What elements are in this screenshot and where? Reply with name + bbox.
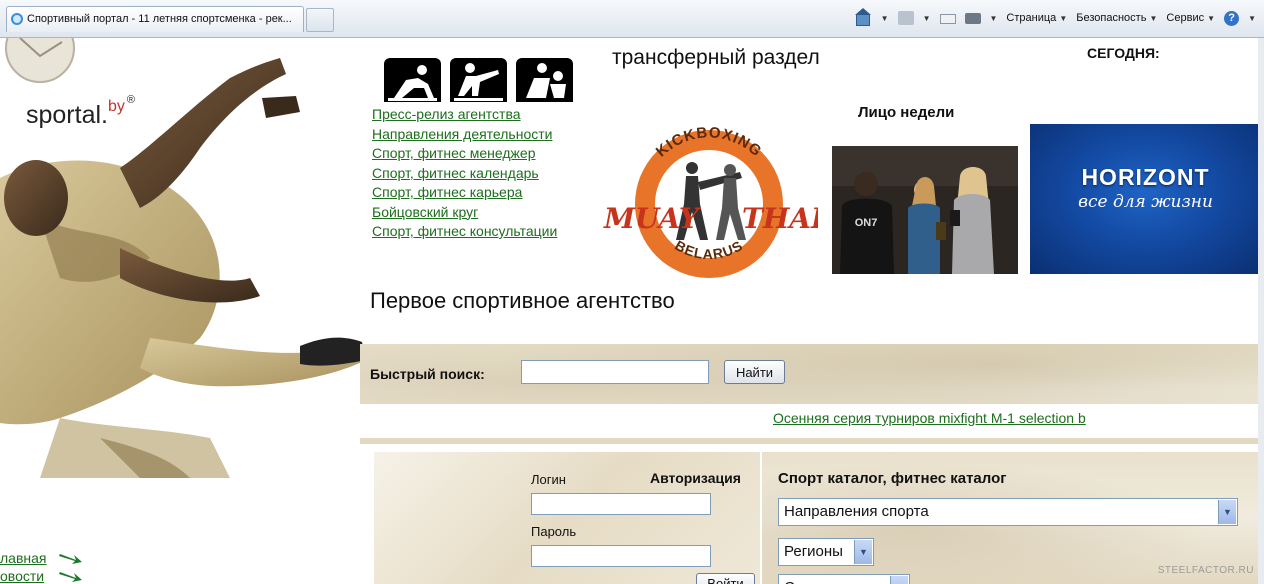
- menu-item: Спорт, фитнес менеджер: [372, 145, 557, 165]
- regions-select[interactable]: Регионы ▼: [778, 538, 874, 566]
- menu-item: Пресс-релиз агентства: [372, 106, 557, 126]
- login-label: Логин: [531, 472, 566, 487]
- chevron-down-icon: ▼: [1218, 500, 1236, 524]
- search-form: Быстрый поиск: Найти: [360, 344, 1264, 400]
- ie-page-icon: [11, 13, 23, 25]
- menu-link-consultations[interactable]: Спорт, фитнес консультации: [372, 223, 557, 239]
- password-input[interactable]: [531, 545, 711, 567]
- help-icon[interactable]: ?: [1224, 10, 1240, 26]
- logo-right-text: THAI: [742, 202, 818, 235]
- logo-suffix: by: [107, 98, 125, 115]
- print-dropdown-icon[interactable]: ▼: [990, 14, 998, 23]
- logo-left-text: MUAY: [603, 202, 702, 235]
- horizont-ad-banner[interactable]: HORIZONT все для жизни: [1030, 124, 1261, 274]
- today-label: СЕГОДНЯ:: [1087, 45, 1160, 61]
- menu-link-press-release[interactable]: Пресс-релиз агентства: [372, 106, 521, 122]
- menu-link-fight-circle[interactable]: Бойцовский круг: [372, 204, 478, 220]
- help-dropdown-icon[interactable]: ▼: [1248, 14, 1256, 23]
- home-icon[interactable]: [854, 8, 872, 26]
- menu-link-directions[interactable]: Направления деятельности: [372, 126, 552, 142]
- security-menu[interactable]: Безопасность ▼: [1076, 12, 1157, 24]
- search-button[interactable]: Найти: [724, 360, 785, 384]
- mail-icon[interactable]: [939, 14, 956, 24]
- third-select[interactable]: С ▼: [778, 574, 910, 584]
- menu-item: Бойцовский круг: [372, 204, 557, 224]
- ticker-link[interactable]: Осенняя серия турниров mixfight M-1 sele…: [773, 410, 1095, 426]
- left-nav-row: овости: [0, 568, 82, 584]
- page-menu[interactable]: Страница ▼: [1006, 12, 1067, 24]
- bottom-section: лавная овости Авторизация Логин Пароль В…: [0, 452, 1264, 584]
- wrestling-icon[interactable]: [384, 58, 441, 102]
- rss-dropdown-icon[interactable]: ▼: [923, 14, 931, 23]
- banner-tagline: все для жизни: [1078, 192, 1213, 212]
- transfer-section-title: трансферный раздел: [612, 46, 820, 69]
- quick-search-section: Быстрый поиск: Найти Осенняя серия турни…: [360, 344, 1264, 444]
- agency-menu: Пресс-релиз агентства Направления деятел…: [372, 106, 557, 243]
- browser-toolbar: Спортивный портал - 11 летняя спортсменк…: [0, 0, 1264, 38]
- menu-item: Спорт, фитнес карьера: [372, 184, 557, 204]
- search-input[interactable]: [521, 360, 709, 384]
- login-input[interactable]: [531, 493, 711, 515]
- chevron-down-icon: ▼: [854, 540, 872, 564]
- select-value: Направления спорта: [784, 503, 929, 520]
- password-label: Пароль: [531, 524, 577, 539]
- menu-link-manager[interactable]: Спорт, фитнес менеджер: [372, 145, 535, 161]
- arrow-icon: [59, 554, 82, 564]
- left-nav-row: лавная: [0, 550, 82, 568]
- tab-title: Спортивный портал - 11 летняя спортсменк…: [27, 13, 292, 25]
- martial-arts-icon[interactable]: [450, 58, 507, 102]
- arrow-icon: [59, 572, 82, 582]
- chevron-down-icon: ▼: [890, 576, 908, 584]
- new-tab-button[interactable]: [306, 8, 334, 32]
- page-menu-label: Страница: [1006, 12, 1057, 24]
- registered-mark: ®: [126, 94, 135, 106]
- kickboxing-logo[interactable]: KICKBOXING BELARUS MUAY THAI: [600, 120, 825, 280]
- news-link[interactable]: овости: [0, 568, 44, 584]
- menu-link-calendar[interactable]: Спорт, фитнес календарь: [372, 165, 539, 181]
- agency-title: Первое спортивное агентство: [370, 288, 675, 313]
- left-nav: лавная овости: [0, 550, 82, 584]
- menu-item: Спорт, фитнес календарь: [372, 165, 557, 185]
- watermark: STEELFACTOR.RU: [1157, 565, 1254, 576]
- logo-text: sportal.: [26, 101, 108, 129]
- menu-link-career[interactable]: Спорт, фитнес карьера: [372, 184, 522, 200]
- login-button[interactable]: Войти: [696, 573, 755, 584]
- catalog-title: Спорт каталог, фитнес каталог: [778, 470, 1007, 487]
- sport-directions-select[interactable]: Направления спорта ▼: [778, 498, 1238, 526]
- sport-icons-row: [384, 58, 573, 102]
- menu-item: Спорт, фитнес консультации: [372, 223, 557, 243]
- browser-window: Спортивный портал - 11 летняя спортсменк…: [0, 0, 1264, 584]
- command-bar: ▼ ▼ ▼ Страница ▼ Безопасность ▼ Сервис ▼…: [854, 8, 1256, 28]
- home-link[interactable]: лавная: [0, 550, 47, 566]
- service-menu[interactable]: Сервис ▼: [1166, 12, 1215, 24]
- auth-title: Авторизация: [650, 470, 741, 486]
- security-menu-label: Безопасность: [1076, 12, 1147, 24]
- chevron-down-icon: ▼: [1059, 14, 1068, 23]
- web-page: sportal.by ® трансферный раздел СЕГОДНЯ: …: [0, 38, 1264, 584]
- chevron-down-icon: ▼: [1149, 14, 1158, 23]
- select-value: Регионы: [784, 543, 843, 560]
- face-of-week-photo[interactable]: ON7: [832, 146, 1018, 274]
- chevron-down-icon: ▼: [1207, 14, 1216, 23]
- print-icon[interactable]: [964, 12, 981, 24]
- site-logo[interactable]: sportal.by ®: [26, 94, 135, 130]
- face-of-week-title: Лицо недели: [858, 104, 955, 121]
- menu-item: Направления деятельности: [372, 126, 557, 146]
- browser-tab[interactable]: Спортивный портал - 11 летняя спортсменк…: [6, 6, 304, 32]
- service-menu-label: Сервис: [1166, 12, 1205, 24]
- rss-feed-icon[interactable]: [897, 11, 914, 25]
- banner-brand: HORIZONT: [1081, 164, 1210, 190]
- news-ticker: Осенняя серия турниров mixfight M-1 sele…: [360, 404, 1260, 438]
- home-dropdown-icon[interactable]: ▼: [881, 14, 889, 23]
- page-scrollbar[interactable]: [1258, 38, 1264, 584]
- boxing-icon[interactable]: [516, 58, 573, 102]
- shirt-text: ON7: [855, 217, 878, 229]
- search-label: Быстрый поиск:: [370, 366, 485, 382]
- select-value: С: [784, 579, 795, 584]
